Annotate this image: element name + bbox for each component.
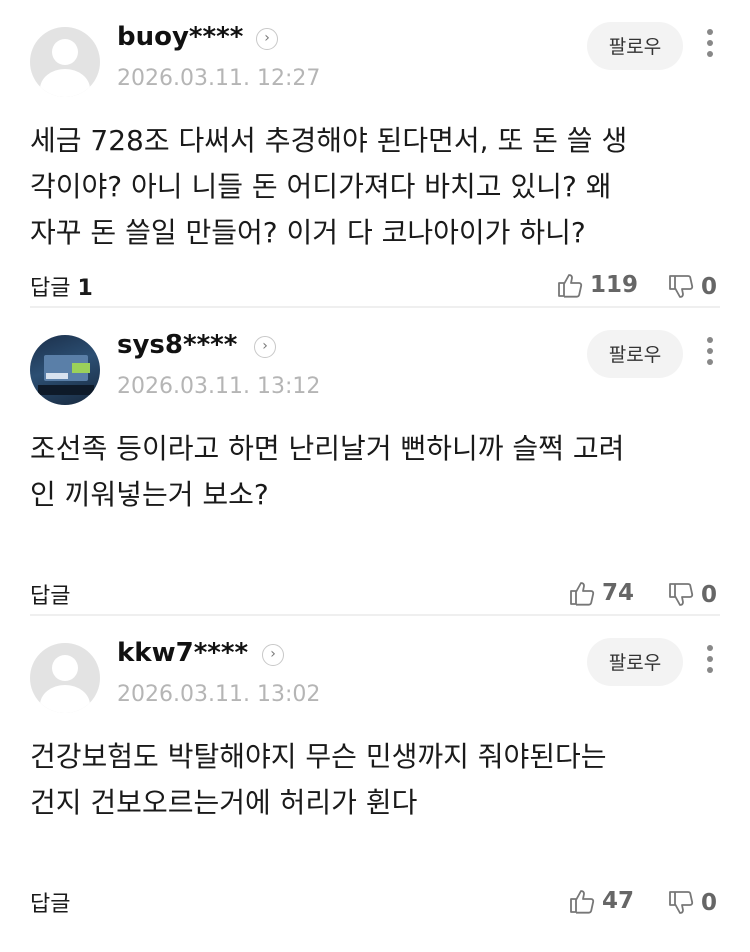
comment-text-line: 세금 728조 다써서 추경해야 된다면서, 또 돈 쓸 생: [30, 124, 628, 157]
follow-button[interactable]: 팔로우: [587, 638, 683, 686]
reply-button[interactable]: 답글: [30, 578, 70, 610]
like-count: 47: [602, 888, 635, 914]
reply-count: 1: [77, 276, 93, 301]
avatar-photo-part: [38, 385, 94, 395]
username[interactable]: sys8****: [117, 330, 237, 360]
reply-button[interactable]: 답글 1: [30, 270, 93, 302]
chevron-right-icon[interactable]: ›: [254, 336, 276, 358]
comment-text-line: 인 끼워넣는거 보소?: [30, 478, 269, 511]
avatar[interactable]: [30, 643, 100, 713]
thumbs-up-icon: [558, 274, 583, 298]
thumbs-down-icon: [669, 891, 694, 914]
avatar-photo-part: [72, 363, 90, 373]
dislike-button[interactable]: 0: [667, 886, 717, 920]
dislike-count: 0: [701, 274, 718, 300]
avatar[interactable]: [30, 27, 100, 97]
avatar-body: [40, 685, 90, 713]
chevron-right-icon[interactable]: ›: [256, 28, 278, 50]
dislike-count: 0: [701, 890, 718, 916]
comment-item: buoy**** › 2026.03.11. 12:27 팔로우 세금 728조…: [0, 0, 750, 308]
avatar[interactable]: [30, 335, 100, 405]
like-button[interactable]: 119: [556, 268, 638, 302]
username[interactable]: buoy****: [117, 22, 243, 52]
comment-text-line: 자꾸 돈 쓸일 만들어? 이거 다 코나아이가 하니?: [30, 216, 586, 249]
dislike-count: 0: [701, 582, 718, 608]
comment-text: 건강보험도 박탈해야지 무슨 민생까지 줘야된다는 건지 건보오르는거에 허리가…: [30, 734, 710, 826]
follow-button[interactable]: 팔로우: [587, 22, 683, 70]
comment-text: 조선족 등이라고 하면 난리날거 뻔하니까 슬쩍 고려 인 끼워넣는거 보소?: [30, 426, 710, 518]
thumbs-up-icon: [570, 890, 595, 914]
comment-item: kkw7**** › 2026.03.11. 13:02 팔로우 건강보험도 박…: [0, 616, 750, 924]
reply-button[interactable]: 답글: [30, 886, 70, 918]
comment-text-line: 건강보험도 박탈해야지 무슨 민생까지 줘야된다는: [30, 740, 607, 773]
thumbs-down-icon: [669, 275, 694, 298]
comment-item: sys8**** › 2026.03.11. 13:12 팔로우 조선족 등이라…: [0, 308, 750, 616]
follow-button[interactable]: 팔로우: [587, 330, 683, 378]
avatar-photo-part: [46, 373, 68, 379]
comment-text-line: 조선족 등이라고 하면 난리날거 뻔하니까 슬쩍 고려: [30, 432, 625, 465]
reply-label: 답글: [30, 892, 71, 917]
like-button[interactable]: 74: [568, 576, 634, 610]
comment-date: 2026.03.11. 12:27: [117, 66, 321, 91]
avatar-body: [40, 69, 90, 97]
like-button[interactable]: 47: [568, 884, 634, 918]
comment-text: 세금 728조 다써서 추경해야 된다면서, 또 돈 쓸 생 각이야? 아니 니…: [30, 118, 710, 256]
dislike-button[interactable]: 0: [667, 270, 717, 304]
reply-label: 답글: [30, 276, 71, 301]
more-options-icon[interactable]: [703, 29, 717, 63]
thumbs-up-icon: [570, 582, 595, 606]
chevron-right-icon[interactable]: ›: [262, 644, 284, 666]
comment-text-line: 건지 건보오르는거에 허리가 휜다: [30, 786, 418, 819]
like-count: 74: [602, 580, 635, 606]
comment-text-line: 각이야? 아니 니들 돈 어디가져다 바치고 있니? 왜: [30, 170, 612, 203]
reply-label: 답글: [30, 584, 71, 609]
thumbs-down-icon: [669, 583, 694, 606]
avatar-head: [52, 39, 78, 65]
comment-date: 2026.03.11. 13:12: [117, 374, 321, 399]
dislike-button[interactable]: 0: [667, 578, 717, 612]
avatar-head: [52, 655, 78, 681]
more-options-icon[interactable]: [703, 337, 717, 371]
more-options-icon[interactable]: [703, 645, 717, 679]
comment-date: 2026.03.11. 13:02: [117, 682, 321, 707]
username[interactable]: kkw7****: [117, 638, 248, 668]
like-count: 119: [590, 272, 639, 298]
